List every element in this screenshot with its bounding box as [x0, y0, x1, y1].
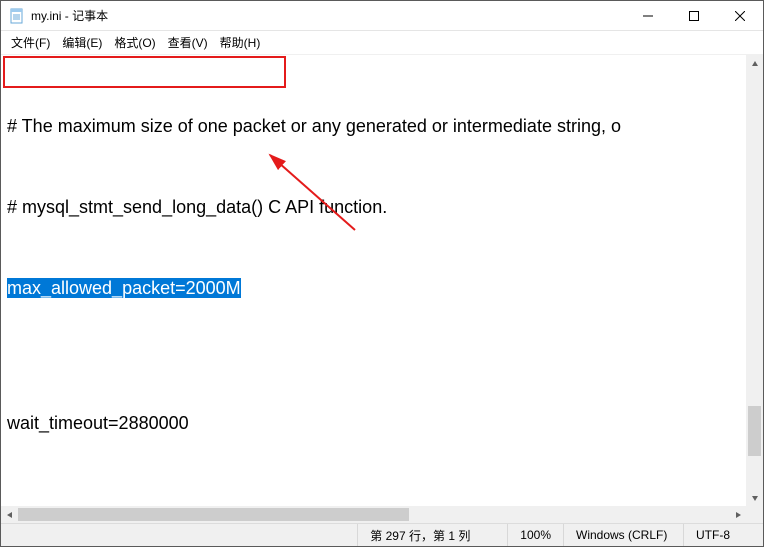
scroll-right-button[interactable] — [729, 506, 746, 523]
menu-file[interactable]: 文件(F) — [5, 32, 56, 53]
scroll-thumb-h[interactable] — [18, 508, 409, 521]
menu-format[interactable]: 格式(O) — [108, 32, 161, 53]
bottom-row — [1, 506, 763, 523]
text-line: wait_timeout=2880000 — [7, 410, 740, 437]
status-eol: Windows (CRLF) — [563, 524, 683, 546]
text-line: max_allowed_packet=2000M — [7, 275, 740, 302]
status-encoding: UTF-8 — [683, 524, 763, 546]
scroll-track-h[interactable] — [18, 506, 729, 523]
scroll-corner — [746, 506, 763, 523]
titlebar[interactable]: my.ini - 记事本 — [1, 1, 763, 31]
content-area: # The maximum size of one packet or any … — [1, 55, 763, 506]
selected-text: max_allowed_packet=2000M — [7, 278, 241, 298]
text-line: # mysql_stmt_send_long_data() C API func… — [7, 194, 740, 221]
notepad-window: my.ini - 记事本 文件(F) 编辑(E) 格式(O) 查看(V) 帮助(… — [0, 0, 764, 547]
maximize-button[interactable] — [671, 1, 717, 31]
scroll-track[interactable] — [746, 72, 763, 489]
menubar: 文件(F) 编辑(E) 格式(O) 查看(V) 帮助(H) — [1, 31, 763, 55]
menu-help[interactable]: 帮助(H) — [214, 32, 267, 53]
scroll-left-button[interactable] — [1, 506, 18, 523]
notepad-icon — [9, 8, 25, 24]
window-title: my.ini - 记事本 — [31, 7, 625, 24]
minimize-button[interactable] — [625, 1, 671, 31]
vertical-scrollbar[interactable] — [746, 55, 763, 506]
menu-view[interactable]: 查看(V) — [162, 32, 214, 53]
statusbar: 第 297 行，第 1 列 100% Windows (CRLF) UTF-8 — [1, 523, 763, 546]
scroll-down-button[interactable] — [746, 489, 763, 506]
scroll-up-button[interactable] — [746, 55, 763, 72]
status-zoom: 100% — [507, 524, 563, 546]
status-position: 第 297 行，第 1 列 — [357, 524, 507, 546]
text-line: # The maximum size of one packet or any … — [7, 113, 740, 140]
horizontal-scrollbar[interactable] — [1, 506, 746, 523]
scroll-thumb[interactable] — [748, 406, 761, 456]
close-button[interactable] — [717, 1, 763, 31]
menu-edit[interactable]: 编辑(E) — [56, 32, 108, 53]
text-editor[interactable]: # The maximum size of one packet or any … — [1, 55, 746, 506]
